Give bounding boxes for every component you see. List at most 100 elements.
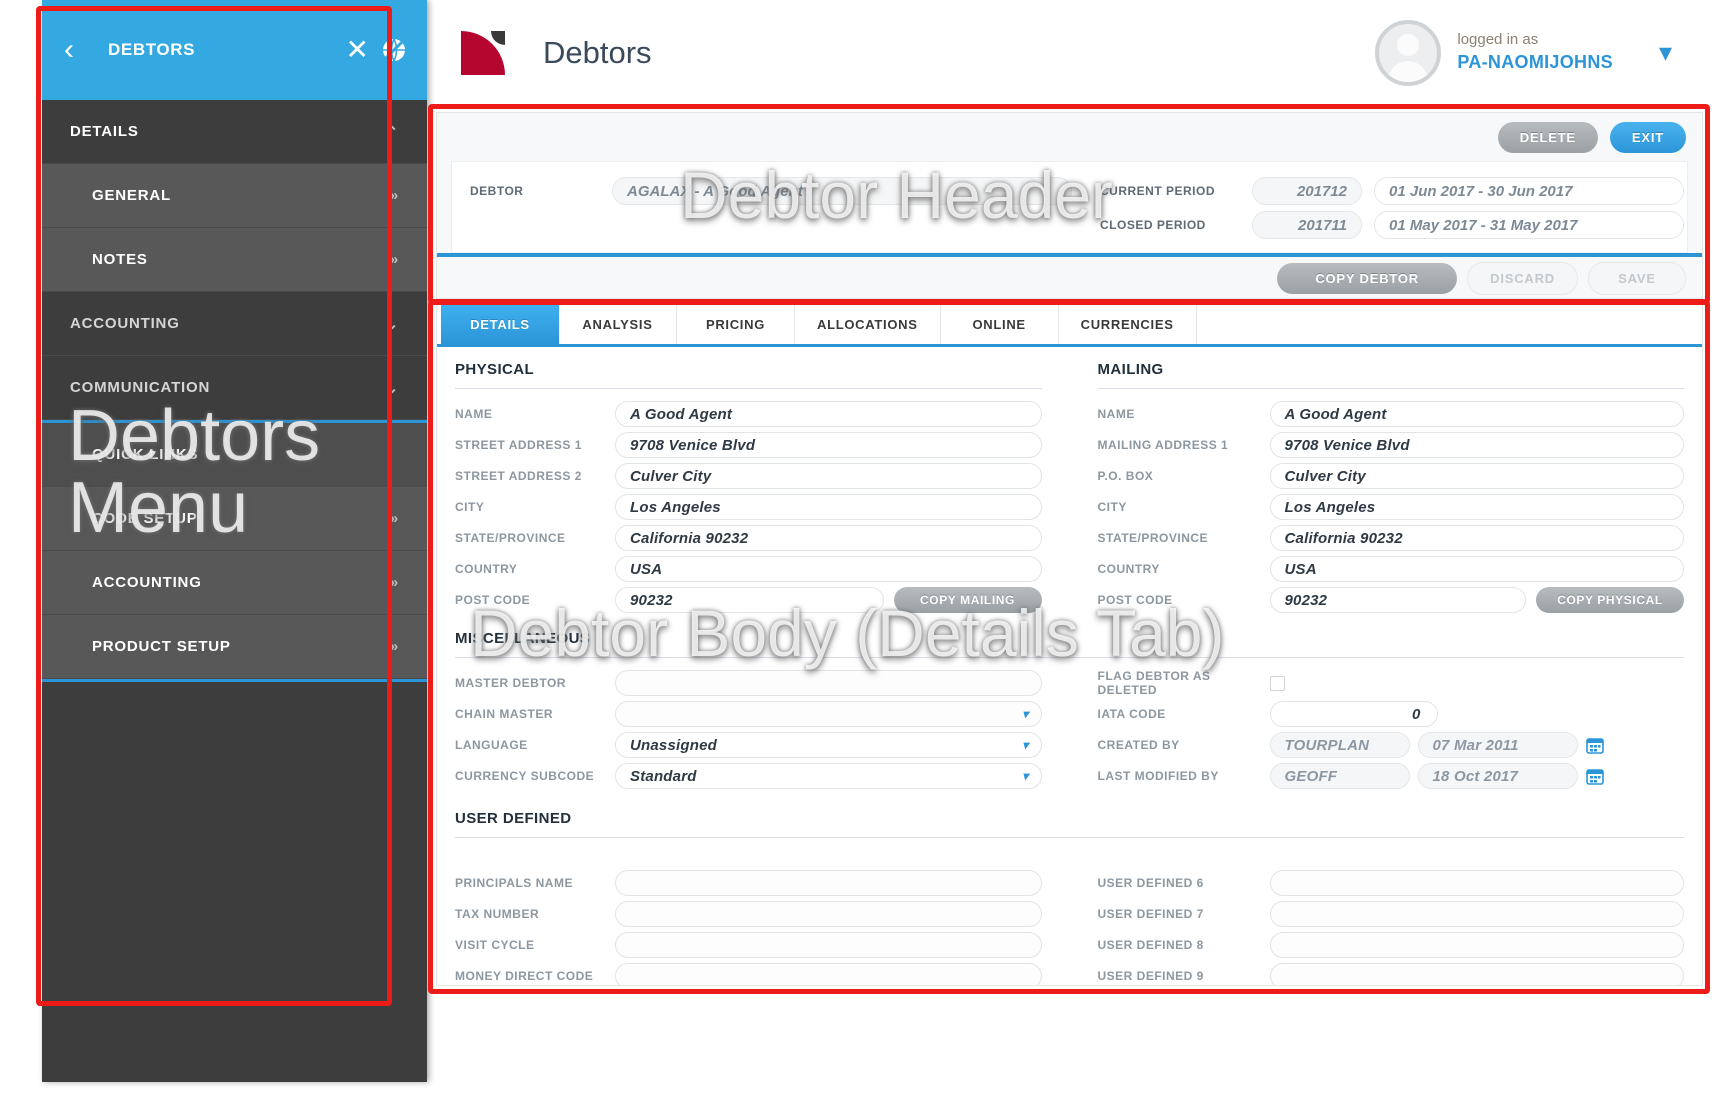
money-direct-code-input[interactable] [615,963,1042,985]
app-topbar: Debtors logged in as PA-NAOMIJOHNS ▾ [427,0,1708,105]
created-by-value: TOURPLAN [1269,732,1410,758]
tax-number-input[interactable] [615,901,1042,927]
save-button[interactable]: SAVE [1588,261,1686,295]
chevron-right-icon: » [389,510,399,527]
field-row: STATE/PROVINCE California 90232 [455,523,1042,553]
discard-button[interactable]: DISCARD [1467,261,1578,295]
field-label: STATE/PROVINCE [1097,531,1209,545]
chevron-right-icon: » [389,187,399,204]
current-period-value: 201712 [1252,177,1362,205]
physical-section-title: PHYSICAL [455,361,535,378]
chevron-left-icon[interactable]: ‹ [64,35,94,65]
mailing-state-input[interactable]: California 90232 [1269,525,1684,551]
chevron-down-icon[interactable]: ▾ [1659,37,1672,68]
calendar-icon[interactable] [1585,767,1604,785]
created-date-value: 07 Mar 2011 [1417,732,1578,758]
sidebar-item-quick-links: QUICK LINKS [42,423,427,487]
physical-city-input[interactable]: Los Angeles [615,494,1042,520]
delete-button[interactable]: DELETE [1497,121,1598,153]
mailing-postcode-input[interactable]: 90232 [1269,587,1526,613]
mailing-pobox-input[interactable]: Culver City [1269,463,1684,489]
sidebar-item-label: NOTES [92,251,148,268]
field-label: CURRENCY SUBCODE [455,769,595,783]
field-label: MONEY DIRECT CODE [455,969,594,983]
physical-country-input[interactable]: USA [615,556,1042,582]
visit-cycle-input[interactable] [615,932,1042,958]
globe-disabled-icon[interactable] [381,37,407,63]
field-label: LANGUAGE [455,738,528,752]
iata-code-input[interactable]: 0 [1269,701,1438,727]
tab-pricing[interactable]: PRICING [677,305,795,344]
copy-debtor-button[interactable]: COPY DEBTOR [1277,262,1458,294]
sidebar-item-general[interactable]: GENERAL » [42,164,427,228]
user-defined-8-input[interactable] [1269,932,1684,958]
field-row: STREET ADDRESS 1 9708 Venice Blvd [455,430,1042,460]
flag-deleted-checkbox[interactable] [1269,675,1285,691]
physical-postcode-input[interactable]: 90232 [615,587,884,613]
chevron-down-icon: ▾ [1022,769,1029,783]
field-row: USER DEFINED 9 [1098,961,1684,985]
mailing-address1-input[interactable]: 9708 Venice Blvd [1269,432,1684,458]
copy-physical-button[interactable]: COPY PHYSICAL [1536,587,1684,613]
debtor-value[interactable]: AGALAX - A Good Agent [612,177,1072,205]
user-defined-6-input[interactable] [1269,870,1684,896]
sidebar-item-product-setup[interactable]: PRODUCT SETUP » [42,615,427,679]
field-label: NAME [455,407,493,421]
sidebar-item-label: PRODUCT SETUP [92,638,231,655]
language-select[interactable]: Unassigned ▾ [615,732,1042,758]
mailing-city-input[interactable]: Los Angeles [1269,494,1684,520]
debtor-body-panel: DETAILS ANALYSIS PRICING ALLOCATIONS ONL… [436,304,1703,986]
field-label: P.O. BOX [1097,469,1154,483]
master-debtor-input[interactable] [615,670,1042,696]
tab-currencies[interactable]: CURRENCIES [1058,305,1197,344]
sidebar-item-notes[interactable]: NOTES » [42,228,427,292]
field-label: STREET ADDRESS 1 [455,438,582,452]
tab-details[interactable]: DETAILS [441,305,559,344]
chevron-down-icon: ⌄ [385,315,399,333]
sidebar-item-communication[interactable]: COMMUNICATION ⌄ [42,356,427,420]
mailing-country-input[interactable]: USA [1269,556,1684,582]
misc-section-title: MISCELLANEOUS [455,630,591,647]
tab-allocations[interactable]: ALLOCATIONS [795,305,941,344]
field-label: POST CODE [455,593,531,607]
field-row: POST CODE 90232 COPY PHYSICAL [1098,585,1684,615]
debtors-menu-sidebar: ‹ DEBTORS ✕ DETAILS ⌃ GENERAL » NOTES » … [42,0,427,1082]
field-row: LAST MODIFIED BY GEOFF 18 Oct 2017 [1098,761,1685,791]
physical-street1-input[interactable]: 9708 Venice Blvd [615,432,1042,458]
physical-name-input[interactable]: A Good Agent [615,401,1042,427]
currency-subcode-select[interactable]: Standard ▾ [615,763,1042,789]
field-row: NAME A Good Agent [455,399,1042,429]
exit-button[interactable]: EXIT [1609,121,1686,153]
calendar-icon[interactable] [1585,736,1604,754]
field-row: CHAIN MASTER ▾ [455,699,1042,729]
field-row: LANGUAGE Unassigned ▾ [455,730,1042,760]
close-icon[interactable]: ✕ [346,36,369,64]
user-defined-7-input[interactable] [1269,901,1684,927]
closed-period-range: 01 May 2017 - 31 May 2017 [1374,211,1684,239]
physical-state-input[interactable]: California 90232 [615,525,1042,551]
sidebar-item-accounting-link[interactable]: ACCOUNTING » [42,551,427,615]
sidebar-item-label: CODE SETUP [92,510,198,527]
mailing-name-input[interactable]: A Good Agent [1269,401,1684,427]
field-label: CITY [1097,500,1127,514]
chevron-right-icon: » [389,251,399,268]
tab-online[interactable]: ONLINE [940,305,1059,344]
chain-master-select[interactable]: ▾ [615,701,1042,727]
sidebar-item-accounting[interactable]: ACCOUNTING ⌄ [42,292,427,356]
user-defined-section-title: USER DEFINED [455,810,572,827]
field-row: STREET ADDRESS 2 Culver City [455,461,1042,491]
username-label: PA-NAOMIJOHNS [1457,52,1613,73]
field-label: STREET ADDRESS 2 [455,469,582,483]
copy-mailing-button[interactable]: COPY MAILING [893,587,1042,613]
sidebar-item-details[interactable]: DETAILS ⌃ [42,100,427,164]
principals-name-input[interactable] [615,870,1042,896]
field-row: USER DEFINED 8 [1098,930,1684,960]
closed-period-label: CLOSED PERIOD [1100,218,1206,232]
physical-street2-input[interactable]: Culver City [615,463,1042,489]
chevron-down-icon: ▾ [1022,707,1029,721]
tab-analysis[interactable]: ANALYSIS [559,305,677,344]
sidebar-item-code-setup[interactable]: CODE SETUP » [42,487,427,551]
user-defined-9-input[interactable] [1269,963,1684,985]
user-menu[interactable]: logged in as PA-NAOMIJOHNS ▾ [1375,19,1708,86]
field-label: CHAIN MASTER [455,707,553,721]
